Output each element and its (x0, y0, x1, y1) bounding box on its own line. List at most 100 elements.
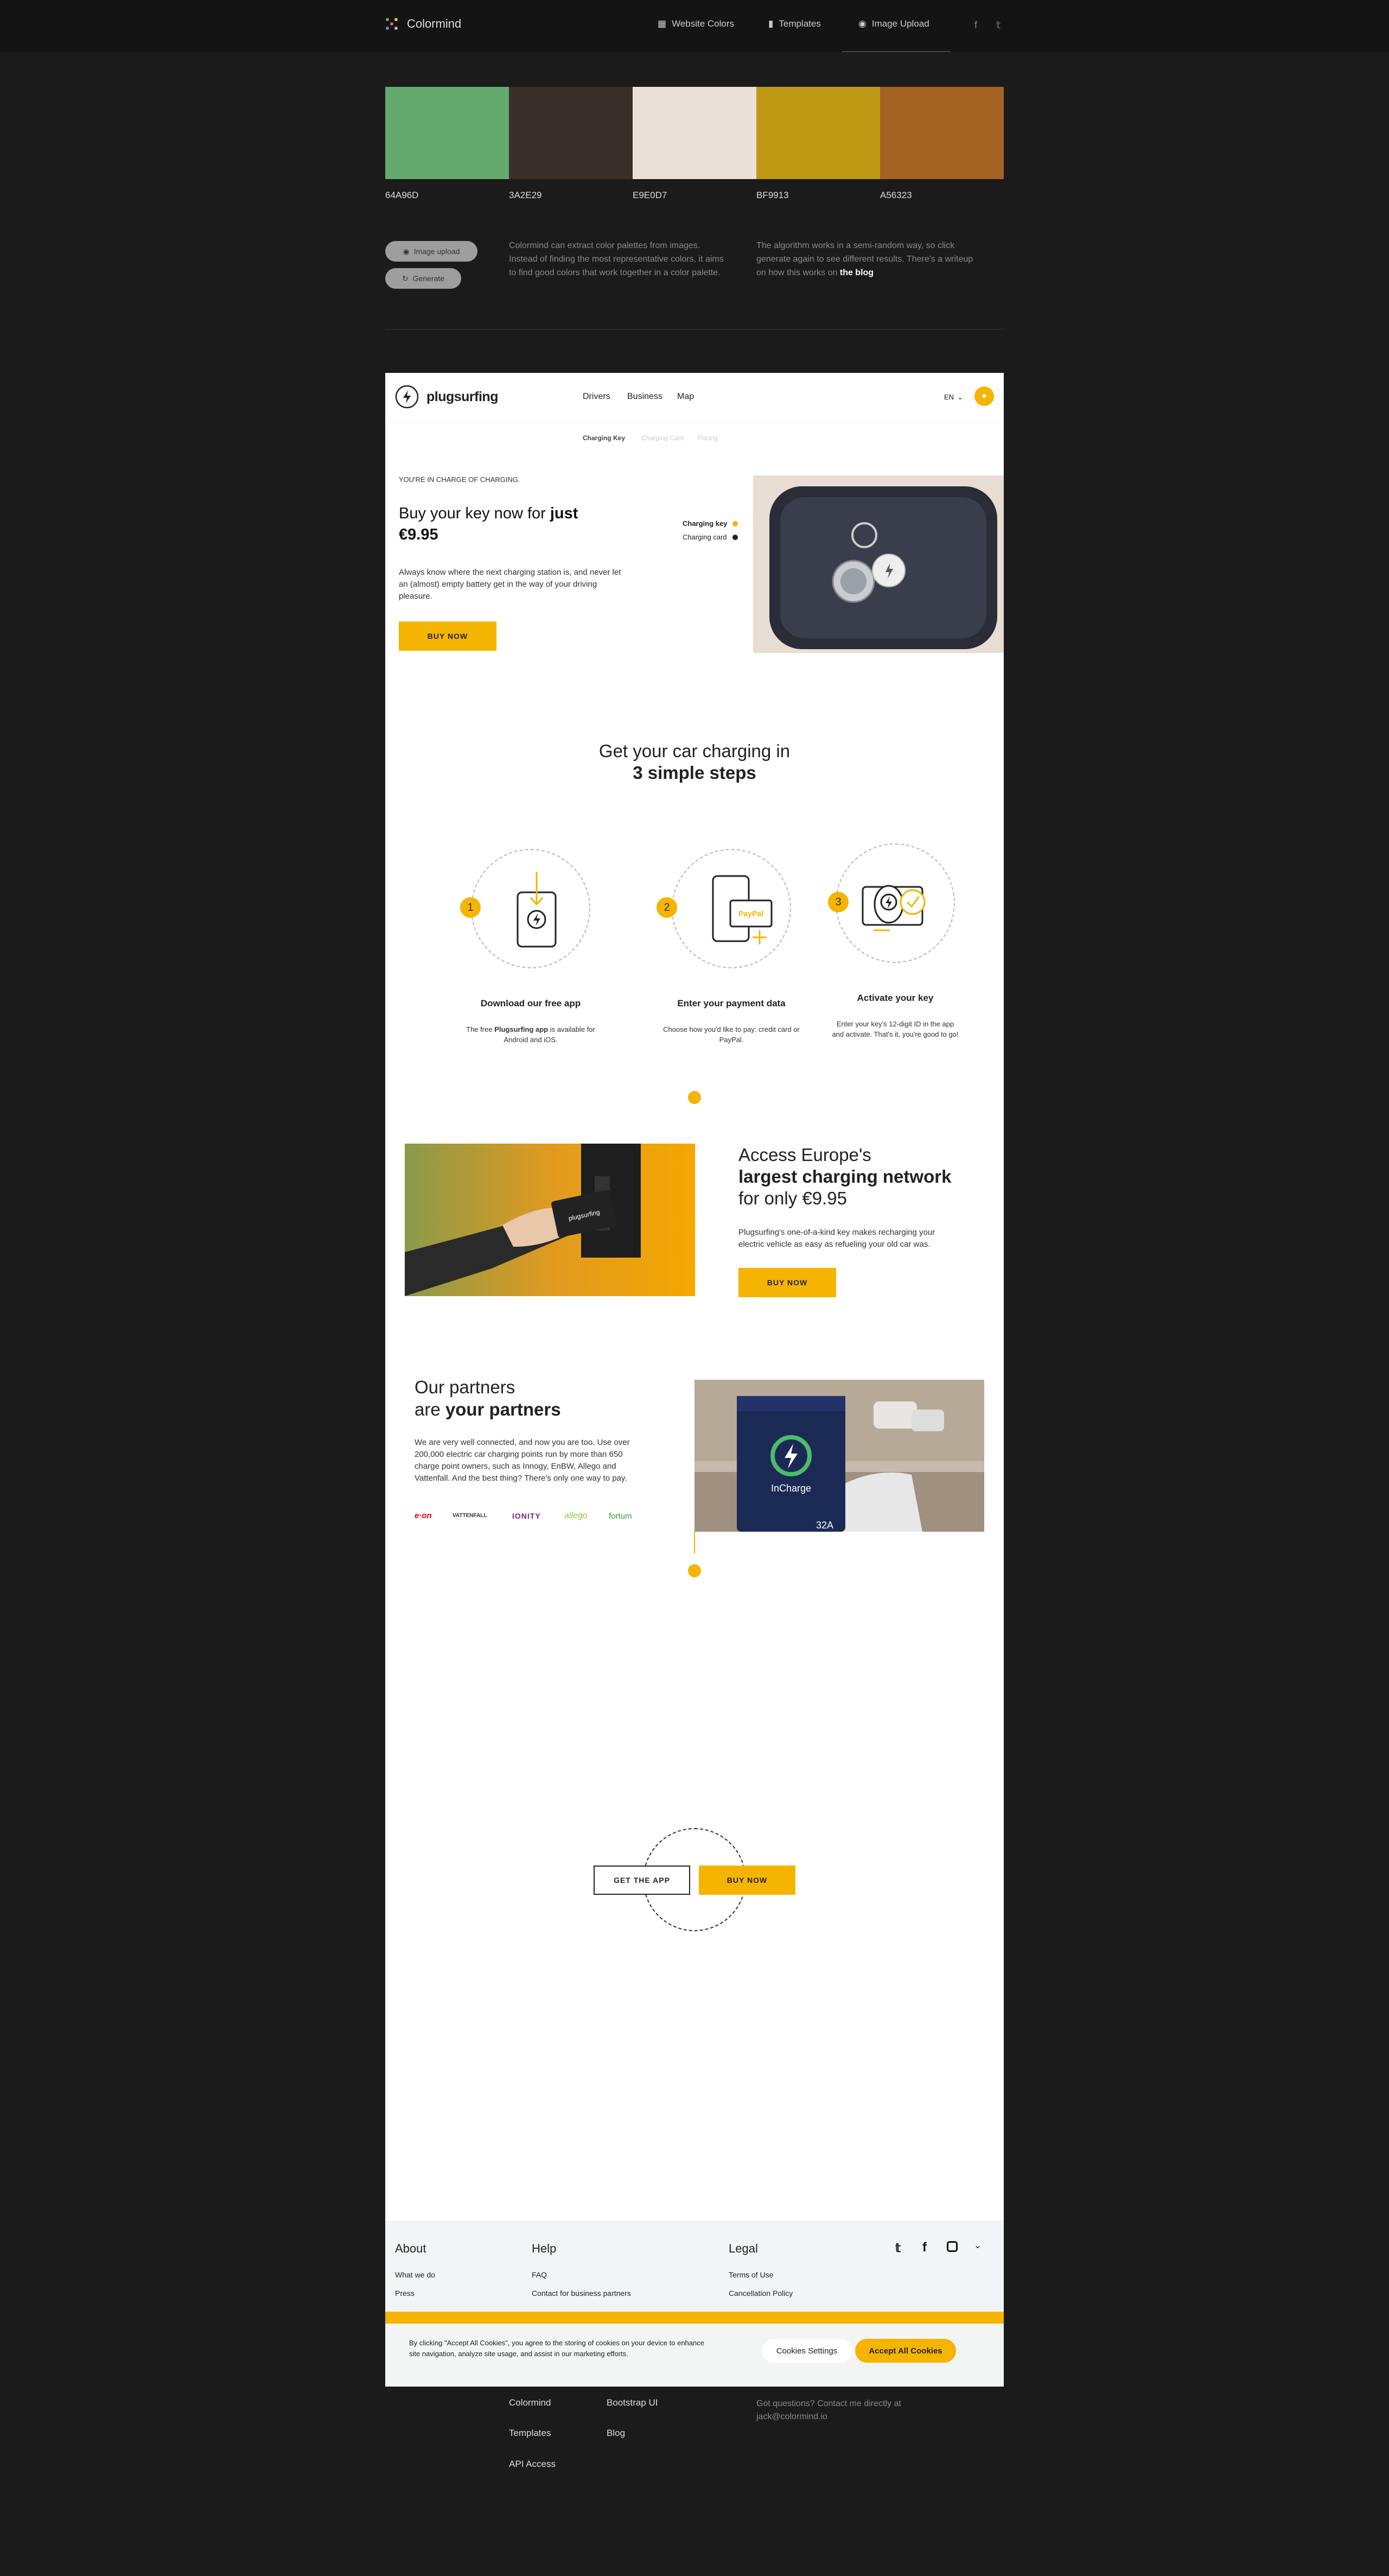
step3-number: 3 (828, 892, 849, 912)
image-upload-label: Image upload (413, 247, 460, 256)
nav-website-colors-label: Website Colors (672, 18, 735, 29)
nav-website-colors[interactable]: ▦ Website Colors (658, 18, 734, 29)
palette-swatch-5[interactable] (880, 87, 1004, 179)
steps-title-line1: Get your car charging in (598, 741, 791, 761)
step1-text: The free Plugsurfing app is available fo… (460, 1024, 601, 1045)
plugsurfing-logo[interactable]: plugsurfing (395, 385, 498, 409)
preview-nav-map[interactable]: Map (677, 392, 694, 402)
hero-eyebrow: YOU'RE IN CHARGE OF CHARGING. (399, 475, 520, 484)
hero-title: Buy your key now for just €9.95 (399, 503, 616, 545)
nav-templates-label: Templates (779, 18, 821, 29)
access-line2: largest charging network (738, 1166, 952, 1187)
template-preview: plugsurfing Drivers Business Map EN ⌄ ● … (385, 373, 1004, 2387)
facebook-icon[interactable]: f (974, 20, 977, 31)
partner-logo-allego: allego (564, 1511, 588, 1520)
partners-line2-prefix: are (415, 1399, 445, 1419)
footer-link-terms[interactable]: Terms of Use (729, 2270, 773, 2279)
footer-link-cancellation[interactable]: Cancellation Policy (729, 2289, 793, 2298)
footer-help-title: Help (532, 2242, 557, 2255)
palette-swatch-3[interactable] (633, 87, 756, 179)
palette-swatch-2[interactable] (509, 87, 633, 179)
palette-swatch-1[interactable] (385, 87, 509, 179)
footer-legal-title: Legal (729, 2242, 758, 2255)
step1-title: Download our free app (480, 998, 581, 1008)
subnav-pricing[interactable]: Pricing (698, 434, 718, 442)
payment-phone-icon: PayPal (712, 875, 773, 944)
header-divider (385, 422, 1004, 423)
cta-buy-now-button[interactable]: BUY NOW (699, 1866, 795, 1895)
hero-title-prefix: Buy your key now for (399, 505, 550, 522)
photo-brand-text: InCharge (771, 1483, 811, 1494)
footer-link-bootstrap-ui[interactable]: Bootstrap UI (607, 2397, 658, 2408)
hero-buy-now-button[interactable]: BUY NOW (399, 621, 496, 651)
instagram-icon[interactable] (947, 2241, 958, 2252)
step1-text-pre: The free (466, 1025, 495, 1033)
paypal-text: PayPal (738, 909, 763, 918)
preview-nav-drivers[interactable]: Drivers (583, 392, 610, 402)
chevron-down-icon[interactable]: ⌄ (974, 2240, 981, 2251)
palette-swatch-4[interactable] (756, 87, 880, 179)
image-upload-button[interactable]: ◉ Image upload (385, 241, 477, 262)
palette-hex-4: BF9913 (756, 190, 789, 200)
refresh-icon: ↻ (402, 274, 409, 283)
get-the-app-button[interactable]: GET THE APP (594, 1866, 690, 1895)
grid-icon: ▦ (658, 18, 667, 29)
lightning-logo-icon (395, 385, 419, 409)
nav-image-upload[interactable]: ◉ Image Upload (858, 18, 929, 29)
subnav-charging-card[interactable]: Charging Card (641, 434, 684, 442)
brand-name: plugsurfing (426, 389, 498, 404)
generate-button[interactable]: ↻ Generate (385, 268, 461, 289)
charging-key-photo (753, 475, 1004, 653)
preview-nav-business[interactable]: Business (627, 392, 662, 402)
accept-all-cookies-button[interactable]: Accept All Cookies (855, 2339, 956, 2363)
footer-link-templates[interactable]: Templates (509, 2428, 551, 2439)
about-text-1: Colormind can extract color palettes fro… (509, 241, 724, 277)
radio-icon (732, 534, 738, 540)
app-name: Colormind (407, 17, 462, 30)
nav-image-upload-label: Image Upload (871, 18, 929, 29)
footer-link-business-contact[interactable]: Contact for business partners (532, 2289, 631, 2298)
footer-contact: Got questions? Contact me directly at ja… (756, 2397, 901, 2423)
nav-templates[interactable]: ▮ Templates (768, 18, 821, 29)
footer-link-press[interactable]: Press (395, 2289, 415, 2298)
steps-title-line2: 3 simple steps (633, 763, 756, 783)
timeline-dot (688, 1091, 701, 1104)
generate-label: Generate (412, 274, 445, 283)
charging-card-photo: plugsurfing (405, 1144, 695, 1296)
footer-contact-email[interactable]: jack@colormind.io (756, 2410, 901, 2423)
top-navigation-bar: Colormind ▦ Website Colors ▮ Templates ◉… (0, 0, 1389, 52)
footer-link-api-access[interactable]: API Access (509, 2459, 556, 2470)
bookmark-icon: ▮ (768, 18, 774, 29)
footer-link-blog[interactable]: Blog (607, 2428, 625, 2439)
step2-title: Enter your payment data (677, 998, 786, 1008)
blog-link[interactable]: the blog (840, 268, 874, 277)
access-buy-now-button[interactable]: BUY NOW (738, 1268, 836, 1297)
option-charging-key-label: Charging key (683, 519, 728, 528)
footer-about-title: About (395, 2242, 426, 2255)
partner-logo-fortum: fortum (609, 1512, 632, 1521)
colormind-logo[interactable]: Colormind (384, 16, 461, 31)
twitter-icon[interactable]: 𝕥 (996, 20, 1001, 31)
language-label: EN (944, 393, 954, 401)
language-selector[interactable]: EN ⌄ (944, 393, 963, 402)
footer-link-colormind[interactable]: Colormind (509, 2397, 551, 2408)
option-charging-card[interactable]: Charging card (683, 533, 738, 541)
partners-line1: Our partners (415, 1377, 515, 1397)
colormind-logo-icon (386, 18, 398, 30)
user-icon: ● (982, 391, 987, 401)
charging-station-photo: InCharge 32A (694, 1380, 984, 1532)
twitter-icon[interactable]: 𝕥 (895, 2241, 901, 2255)
footer-link-faq[interactable]: FAQ (532, 2270, 547, 2279)
step1-number: 1 (460, 897, 481, 918)
chevron-down-icon: ⌄ (957, 393, 963, 401)
footer-link-what-we-do[interactable]: What we do (395, 2270, 435, 2279)
subnav-charging-key[interactable]: Charging Key (583, 434, 625, 442)
option-charging-card-label: Charging card (683, 533, 727, 541)
facebook-icon[interactable]: f (922, 2240, 927, 2255)
user-account-button[interactable]: ● (974, 386, 994, 406)
cookies-settings-button[interactable]: Cookies Settings (762, 2339, 852, 2363)
option-charging-key[interactable]: Charging key (683, 519, 738, 528)
access-line3: for only €9.95 (738, 1188, 847, 1208)
footer-contact-line1: Got questions? Contact me directly at (756, 2399, 901, 2408)
photo-amp-text: 32A (816, 1520, 833, 1531)
